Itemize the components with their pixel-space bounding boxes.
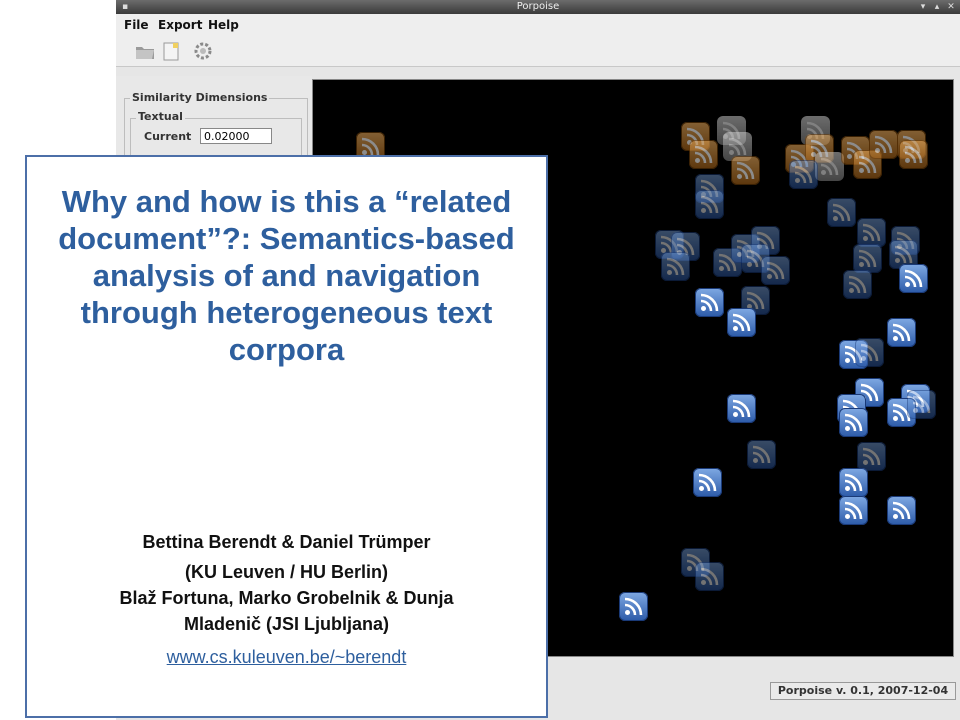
rss-document-icon[interactable] — [695, 562, 724, 591]
rss-document-icon[interactable] — [887, 496, 916, 525]
version-label: Porpoise v. 0.1, 2007-12-04 — [770, 682, 956, 700]
rss-document-icon[interactable] — [661, 252, 690, 281]
authors-line-3: Blaž Fortuna, Marko Grobelnik & Dunja — [119, 588, 454, 608]
rss-document-icon[interactable] — [839, 496, 868, 525]
rss-document-icon[interactable] — [869, 130, 898, 159]
authors-line-4: Mladenič (JSI Ljubljana) — [183, 614, 390, 634]
rss-document-icon[interactable] — [693, 468, 722, 497]
slide-title-box: Why and how is this a “related document”… — [25, 155, 548, 718]
rss-document-icon[interactable] — [857, 218, 886, 247]
menu-file[interactable]: File — [124, 18, 149, 32]
rss-document-icon[interactable] — [695, 288, 724, 317]
rss-document-icon[interactable] — [827, 198, 856, 227]
window-title: Porpoise — [516, 1, 560, 12]
rss-document-icon[interactable] — [843, 270, 872, 299]
current-label: Current — [144, 130, 192, 143]
slide-title: Why and how is this a “related document”… — [58, 184, 515, 367]
rss-document-icon[interactable] — [747, 440, 776, 469]
textual-title: Textual — [136, 110, 185, 123]
rss-document-icon[interactable] — [907, 390, 936, 419]
new-document-icon[interactable] — [160, 40, 182, 62]
rss-document-icon[interactable] — [731, 156, 760, 185]
minimize-icon[interactable]: ▾ — [918, 2, 928, 12]
rss-document-icon[interactable] — [899, 264, 928, 293]
rss-document-icon[interactable] — [815, 152, 844, 181]
rss-document-icon[interactable] — [899, 140, 928, 169]
menu-help[interactable]: Help — [208, 18, 239, 32]
close-icon[interactable]: ✕ — [946, 2, 956, 12]
rss-document-icon[interactable] — [857, 442, 886, 471]
current-value-input[interactable] — [200, 128, 272, 144]
rss-document-icon[interactable] — [855, 338, 884, 367]
toolbar — [116, 36, 960, 67]
rss-document-icon[interactable] — [839, 408, 868, 437]
open-icon[interactable] — [134, 40, 156, 62]
title-bar: ▪ Porpoise ▾ ▴ ✕ — [116, 0, 960, 14]
rss-document-icon[interactable] — [727, 308, 756, 337]
settings-icon[interactable] — [192, 40, 214, 62]
rss-document-icon[interactable] — [689, 140, 718, 169]
rss-document-icon[interactable] — [619, 592, 648, 621]
menu-bar: File Export Help — [116, 14, 960, 36]
authors-line-1: Bettina Berendt & Daniel Trümper — [142, 532, 431, 552]
rss-document-icon[interactable] — [853, 244, 882, 273]
rss-document-icon[interactable] — [727, 394, 756, 423]
similarity-dimensions-title: Similarity Dimensions — [130, 91, 270, 104]
maximize-icon[interactable]: ▴ — [932, 2, 942, 12]
authors-line-2: (KU Leuven / HU Berlin) — [184, 562, 389, 582]
rss-document-icon[interactable] — [789, 160, 818, 189]
rss-document-icon[interactable] — [695, 190, 724, 219]
homepage-link[interactable]: www.cs.kuleuven.be/~berendt — [27, 647, 546, 668]
rss-document-icon[interactable] — [761, 256, 790, 285]
rss-document-icon[interactable] — [887, 318, 916, 347]
rss-document-icon[interactable] — [839, 468, 868, 497]
menu-export[interactable]: Export — [158, 18, 202, 32]
